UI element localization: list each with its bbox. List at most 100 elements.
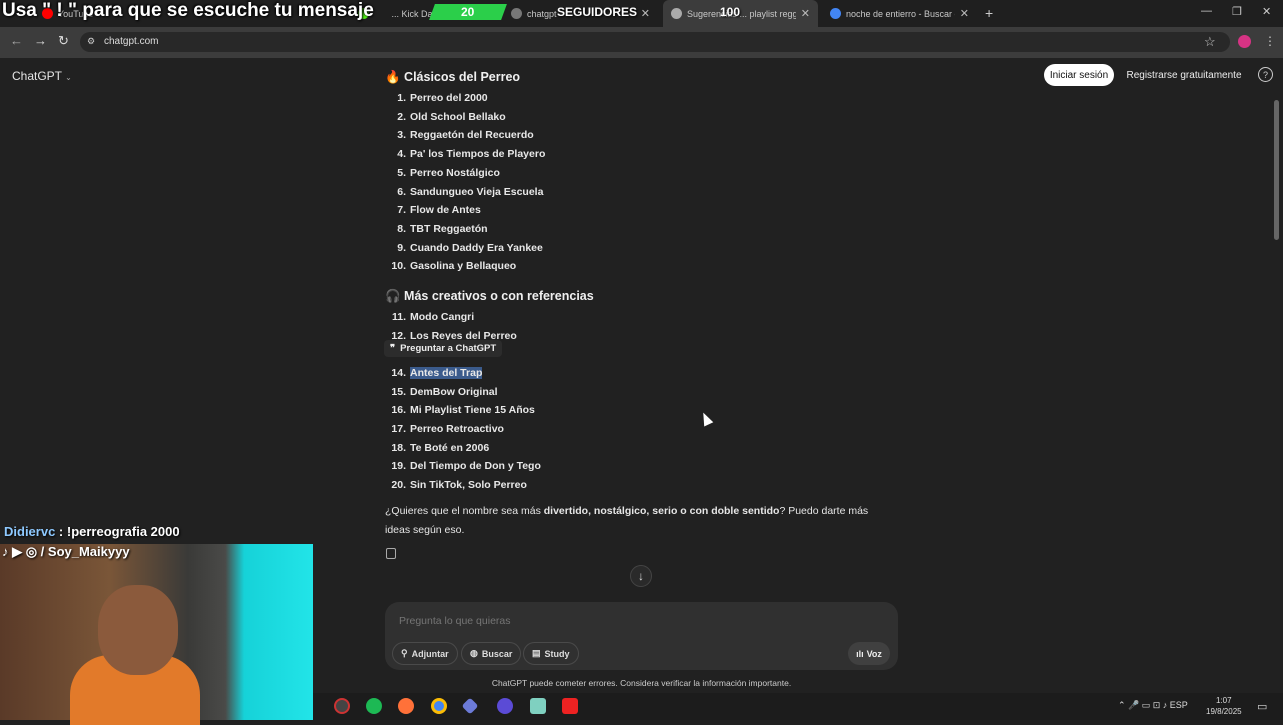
restore-icon[interactable]: ❐ [1232, 5, 1242, 18]
app-circle-icon[interactable] [497, 698, 513, 714]
playlist-name: TBT Reggaetón [410, 222, 488, 235]
list-number: 17. [391, 423, 406, 435]
playlist-name: Perreo del 2000 [410, 92, 488, 104]
minimize-icon[interactable]: — [1201, 5, 1212, 17]
overlay-progress-counter: 20 [429, 4, 507, 20]
list-item: 8. TBT Reggaetón [384, 222, 488, 235]
bookmark-star-icon[interactable]: ☆ [1204, 34, 1216, 50]
arrow-down-icon: ↓ [638, 569, 644, 583]
tab-google-search[interactable]: noche de entierro - Buscar con✕ [822, 0, 977, 27]
section-heading-classics: 🔥 Clásicos del Perreo [385, 70, 521, 84]
list-number: 1. [397, 92, 406, 104]
ask-chatgpt-popup[interactable]: ❞ Preguntar a ChatGPT [384, 340, 502, 357]
site-info-icon[interactable]: ⚙ [87, 36, 95, 47]
login-button[interactable]: Iniciar sesión [1044, 64, 1114, 86]
back-icon[interactable]: ← [10, 33, 23, 48]
list-number: 11. [391, 311, 406, 323]
streamer-head [98, 585, 178, 675]
list-item: 2. Old School Bellako [384, 110, 506, 123]
playlist-name: Perreo Retroactivo [410, 423, 504, 435]
globe-icon: ◍ [470, 648, 478, 658]
list-item: 17. Perreo Retroactivo [384, 423, 504, 435]
chevron-down-icon: ⌄ [65, 73, 72, 82]
list-number: 2. [397, 110, 406, 123]
profile-avatar[interactable] [1238, 35, 1251, 48]
playlist-name: Pa' los Tiempos de Playero [410, 148, 546, 161]
url-bar[interactable] [80, 32, 1230, 52]
reload-icon[interactable]: ↻ [58, 33, 69, 49]
playlist-name: Modo Cangri [410, 311, 475, 323]
google-icon [830, 8, 841, 19]
window-close-icon[interactable]: ✕ [1262, 5, 1271, 18]
list-number: 15. [391, 386, 406, 398]
prompt-input[interactable] [399, 615, 839, 627]
close-icon[interactable]: ✕ [801, 7, 810, 20]
followup-question: ¿Quieres que el nombre sea más divertido… [385, 505, 869, 536]
close-icon[interactable]: ✕ [960, 7, 969, 20]
playlist-name: Del Tiempo de Don y Tego [410, 460, 541, 472]
new-tab-button[interactable]: + [985, 5, 993, 21]
firefox-icon[interactable] [398, 698, 414, 714]
model-selector[interactable]: ChatGPT ⌄ [12, 69, 72, 83]
search-button[interactable]: ◍ Buscar [461, 642, 522, 665]
list-number: 6. [397, 185, 406, 198]
scroll-down-button[interactable]: ↓ [630, 565, 652, 587]
playlist-name: Perreo Nostálgico [410, 166, 500, 179]
list-number: 16. [391, 404, 406, 416]
paperclip-icon: ⚲ [401, 648, 408, 658]
playlist-name: Flow de Antes [410, 204, 481, 217]
clock[interactable]: 1:07 19/8/2025 [1206, 695, 1242, 717]
menu-kebab-icon[interactable]: ⋮ [1264, 34, 1276, 48]
list-number: 9. [397, 241, 406, 254]
notification-icon[interactable]: ▭ [1257, 700, 1267, 713]
list-item: 6. Sandungueo Vieja Escuela [384, 186, 543, 198]
playlist-name: Antes del Trap [410, 367, 483, 379]
playlist-name: Te Boté en 2006 [410, 442, 490, 454]
playlist-name: Mi Playlist Tiene 15 Años [410, 404, 535, 416]
playlist-name: Reggaetón del Recuerdo [410, 129, 534, 142]
list-number: 19. [391, 460, 406, 472]
close-icon[interactable]: ✕ [641, 7, 650, 20]
chrome-icon[interactable] [431, 698, 447, 714]
list-item: 10. Gasolina y Bellaqueo [384, 260, 516, 272]
url-text: chatgpt.com [104, 36, 159, 47]
spotify-icon[interactable] [366, 698, 382, 714]
playlist-name: Old School Bellako [410, 110, 506, 123]
list-item: 11. Modo Cangri [384, 311, 474, 323]
signup-button[interactable]: Registrarse gratuitamente [1120, 64, 1248, 86]
list-item: 16. Mi Playlist Tiene 15 Años [384, 404, 535, 416]
app-bolt-icon[interactable] [562, 698, 578, 714]
chat-overlay: Didiervc : !perreografia 2000 [4, 524, 180, 539]
list-number: 14. [391, 367, 406, 379]
system-tray[interactable]: ⌃ 🎤 ▭ ⊡ ♪ ESP [1118, 700, 1188, 711]
help-icon[interactable]: ? [1258, 67, 1273, 82]
study-button[interactable]: ▤ Study [523, 642, 579, 665]
list-number: 3. [397, 129, 406, 142]
app-note-icon[interactable] [530, 698, 546, 714]
playlist-name: Sandungueo Vieja Escuela [410, 185, 544, 198]
list-number: 10. [391, 260, 406, 273]
list-item: 14. Antes del Trap [384, 367, 483, 379]
section-heading-creative: 🎧 Más creativos o con referencias [385, 289, 594, 303]
voice-button[interactable]: ılı Voz [848, 642, 890, 665]
list-number: 7. [397, 204, 406, 217]
list-item: 5. Perreo Nostálgico [384, 167, 500, 179]
copy-icon[interactable] [386, 548, 396, 559]
openai-icon [671, 8, 682, 19]
list-number: 8. [397, 222, 406, 235]
list-item: 1. Perreo del 2000 [384, 92, 488, 104]
attach-button[interactable]: ⚲ Adjuntar [392, 642, 458, 665]
openai-icon [511, 8, 522, 19]
list-item: 19. Del Tiempo de Don y Tego [384, 460, 541, 472]
scrollbar[interactable] [1274, 100, 1279, 240]
overlay-followers-label: SEGUIDORES [557, 5, 638, 19]
forward-icon[interactable]: → [34, 33, 47, 48]
playlist-name: Sin TikTok, Solo Perreo [410, 479, 527, 491]
tab-sugerencias[interactable]: Sugerencias ... playlist reggaetón✕ [663, 0, 818, 27]
list-number: 18. [391, 442, 406, 454]
list-item: 3. Reggaetón del Recuerdo [384, 129, 534, 142]
list-item: 15. DemBow Original [384, 386, 497, 398]
obs-icon[interactable] [334, 698, 350, 714]
list-number: 4. [397, 148, 406, 161]
quote-icon: ❞ [390, 343, 396, 354]
